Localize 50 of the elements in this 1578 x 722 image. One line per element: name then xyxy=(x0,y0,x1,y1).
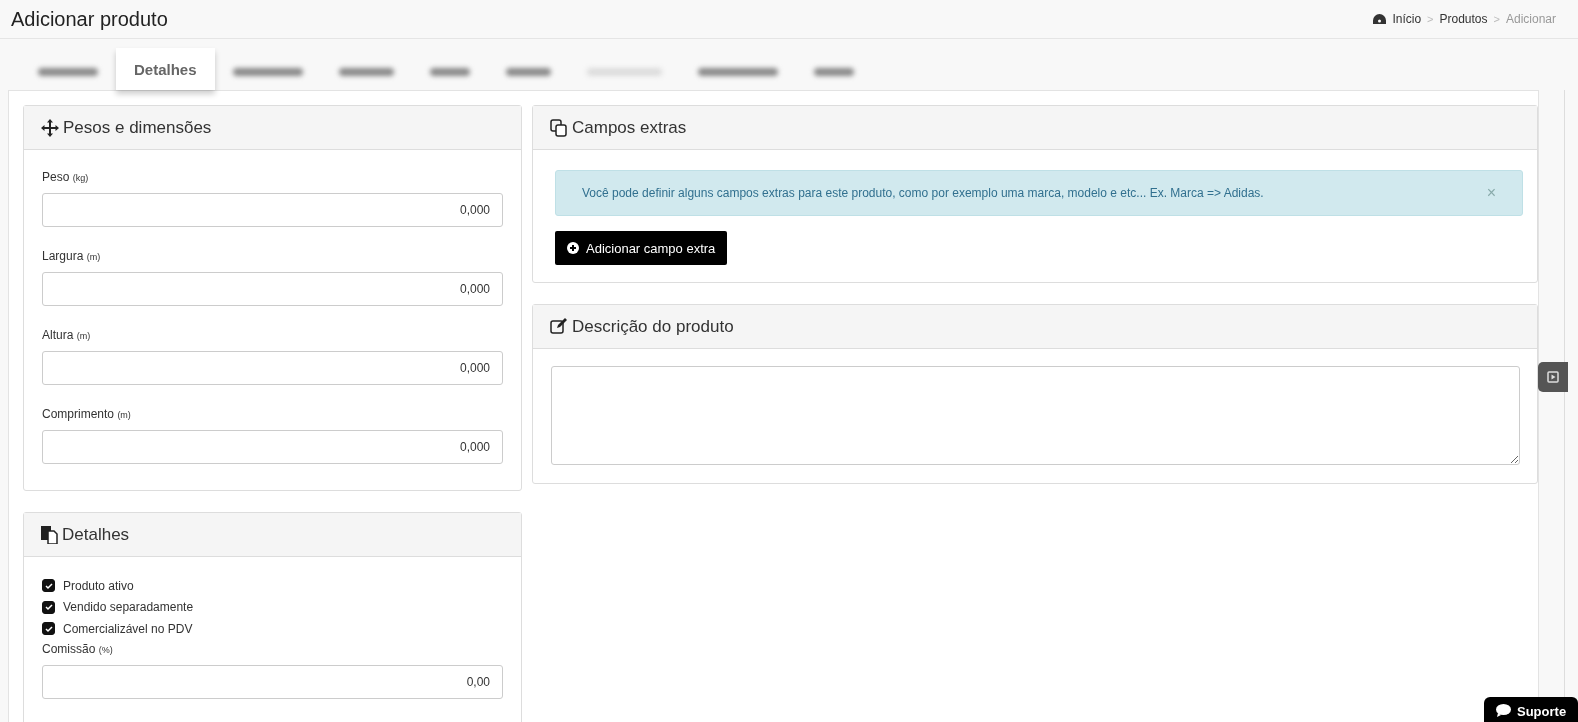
check-icon xyxy=(44,624,53,633)
play-square-icon xyxy=(1547,371,1559,383)
blurred-tab[interactable] xyxy=(697,68,778,76)
dashboard-icon xyxy=(1373,13,1387,25)
blurred-tab[interactable] xyxy=(505,68,551,76)
checkbox-label: Comercializável no PDV xyxy=(63,621,193,636)
input-field[interactable]: 0,000 xyxy=(42,272,503,306)
checkbox[interactable] xyxy=(42,622,55,636)
panel-title: Detalhes xyxy=(62,524,130,545)
documents-icon xyxy=(41,525,58,544)
plus-circle-icon xyxy=(567,242,579,254)
field-label: Comissão (%) xyxy=(42,641,114,656)
tab[interactable]: Detalhes xyxy=(116,48,215,90)
check-icon xyxy=(44,603,53,612)
alert-text: Você pode definir alguns campos extras para este produto, como por exemplo uma marca, modelo e etc... Ex. Marca => Adidas. xyxy=(582,186,1264,200)
checkbox[interactable] xyxy=(42,579,55,593)
input-field[interactable]: 0,000 xyxy=(42,193,503,227)
edit-icon xyxy=(550,318,568,335)
breadcrumb-separator: > xyxy=(1427,13,1434,25)
support-button[interactable]: Suporte xyxy=(1484,697,1578,722)
panel-title: Pesos e dimensões xyxy=(63,117,212,138)
blurred-tab[interactable] xyxy=(232,68,303,76)
speech-bubble-icon xyxy=(1496,704,1511,717)
breadcrumb-link[interactable]: Início xyxy=(1392,12,1422,26)
input-field[interactable]: 0,000 xyxy=(42,430,503,464)
breadcrumb-separator: > xyxy=(1493,13,1500,25)
blurred-tab[interactable] xyxy=(338,68,394,76)
blurred-tab[interactable] xyxy=(38,68,98,76)
panel-toggle-button[interactable] xyxy=(1538,362,1568,392)
blurred-tab[interactable] xyxy=(429,68,470,76)
input-field[interactable]: 0,00 xyxy=(42,664,503,699)
move-arrows-icon xyxy=(41,118,59,137)
copy-icon xyxy=(550,118,568,137)
breadcrumb-current: Adicionar xyxy=(1505,12,1556,26)
checkbox-label: Vendido separadamente xyxy=(63,600,194,615)
field-label: Largura (m) xyxy=(42,249,102,263)
checkbox[interactable] xyxy=(42,600,55,614)
blurred-tab[interactable] xyxy=(813,68,854,76)
field-label: Altura (m) xyxy=(42,328,92,342)
description-textarea[interactable] xyxy=(551,366,1520,465)
panel-title: Campos extras xyxy=(572,117,687,138)
checkbox-label: Produto ativo xyxy=(63,578,134,593)
input-field[interactable]: 0,000 xyxy=(42,351,503,385)
breadcrumb-link[interactable]: Produtos xyxy=(1439,12,1488,26)
add-extra-field-button[interactable]: Adicionar campo extra xyxy=(555,231,728,265)
field-label: Comprimento (m) xyxy=(42,407,132,421)
panel-title: Descrição do produto xyxy=(572,316,734,337)
check-icon xyxy=(44,581,53,590)
field-label: Peso (kg) xyxy=(42,170,90,184)
page-title: Adicionar produto xyxy=(11,7,168,31)
